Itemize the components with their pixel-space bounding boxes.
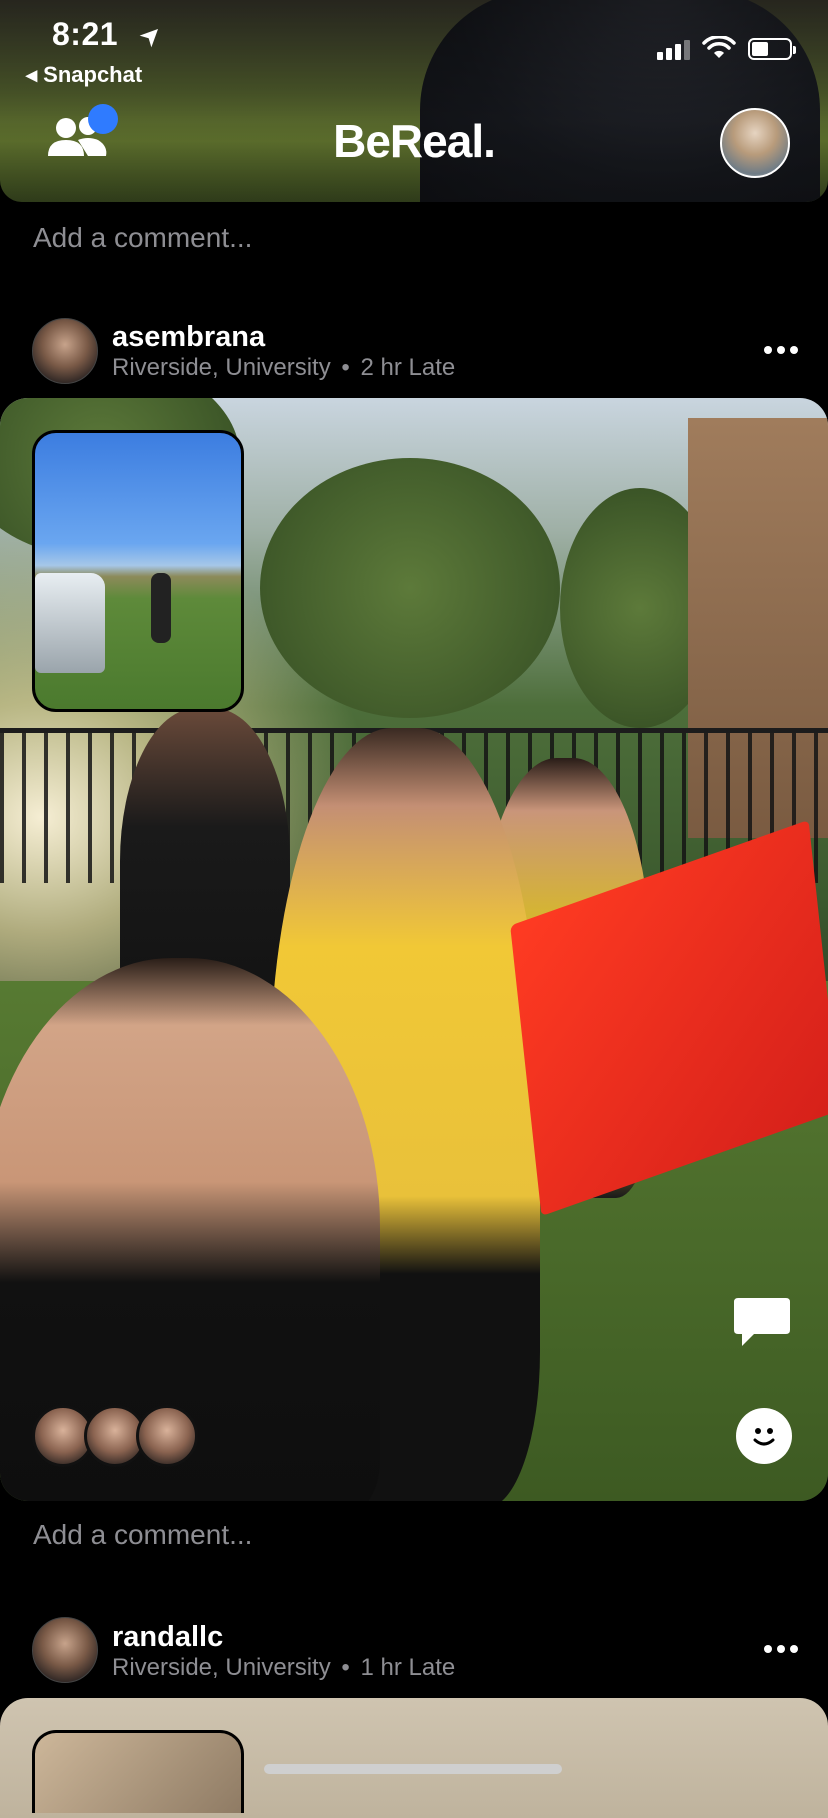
- post-author-avatar[interactable]: [32, 318, 98, 384]
- post-username[interactable]: asembrana: [112, 321, 265, 354]
- more-options-icon[interactable]: [764, 1645, 798, 1653]
- comment-icon[interactable]: [732, 1296, 792, 1350]
- more-options-icon[interactable]: [764, 346, 798, 354]
- post-location: Riverside, University: [112, 1654, 331, 1681]
- smiley-react-icon[interactable]: [736, 1408, 792, 1464]
- home-indicator[interactable]: [264, 1764, 562, 1774]
- profile-avatar[interactable]: [720, 108, 790, 178]
- post-meta: Riverside, University • 1 hr Late: [112, 1654, 455, 1682]
- realmoji-reactions[interactable]: [32, 1405, 198, 1467]
- front-camera-inset[interactable]: [32, 430, 244, 712]
- front-camera-inset[interactable]: [32, 1730, 244, 1813]
- add-comment-field[interactable]: Add a comment...: [33, 1519, 252, 1551]
- status-icons: [657, 36, 796, 60]
- meta-separator: •: [341, 1654, 350, 1681]
- back-to-app-link[interactable]: ◂ Snapchat: [26, 62, 142, 88]
- meta-separator: •: [341, 354, 350, 381]
- post-location: Riverside, University: [112, 354, 331, 381]
- post-time: 1 hr Late: [360, 1654, 456, 1681]
- reaction-avatar[interactable]: [136, 1405, 198, 1467]
- post-meta: Riverside, University • 2 hr Late: [112, 354, 455, 382]
- cellular-signal-icon: [657, 40, 690, 60]
- wifi-icon: [702, 36, 736, 58]
- status-time: 8:21: [52, 16, 119, 52]
- previous-post-photo[interactable]: [0, 0, 828, 202]
- add-comment-field[interactable]: Add a comment...: [33, 222, 252, 254]
- battery-icon: [748, 38, 796, 60]
- app-logo: BeReal.: [333, 115, 496, 167]
- post-username[interactable]: randallc: [112, 1621, 223, 1654]
- post-time: 2 hr Late: [360, 354, 456, 381]
- post-author-avatar[interactable]: [32, 1617, 98, 1683]
